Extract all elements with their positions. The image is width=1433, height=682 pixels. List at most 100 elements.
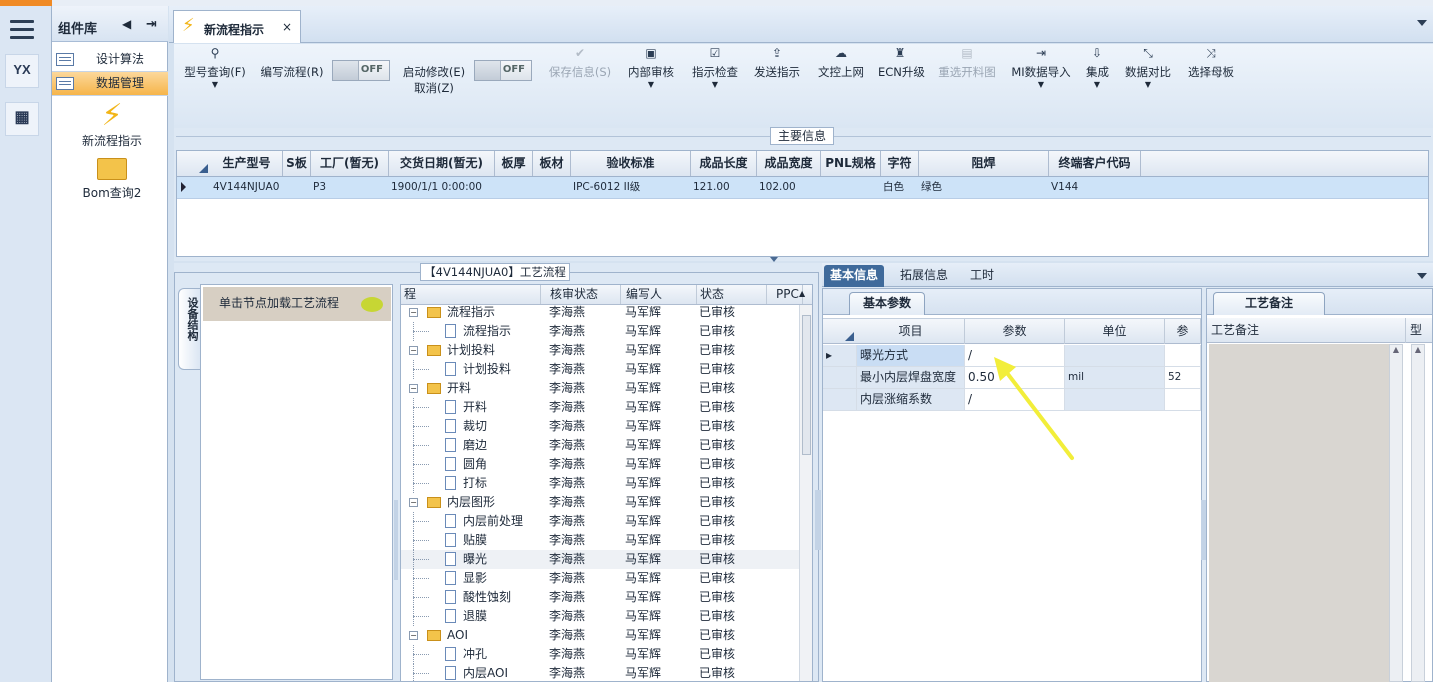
app-module-icon[interactable]: YX (5, 54, 39, 88)
edit-toggle[interactable]: OFF (332, 60, 390, 81)
component-item-design[interactable]: 设计算法 (52, 48, 168, 72)
vertical-splitter[interactable] (394, 500, 398, 580)
tree-node[interactable]: 贴膜 李海燕 马军辉 已审核 (401, 531, 799, 550)
notes-scrollbar[interactable]: ▲ (1389, 344, 1403, 682)
search-button[interactable]: ⚲ 型号查询(F) ▼ (180, 44, 250, 94)
vertical-splitter[interactable] (815, 490, 821, 550)
table-cell[interactable] (533, 177, 571, 198)
tree-node[interactable]: 磨边 李海燕 马军辉 已审核 (401, 436, 799, 455)
collapse-icon[interactable]: − (409, 346, 418, 355)
table-row[interactable]: 4V144NJUA0 P3 1900/1/1 0:00:00 IPC-6012 II级… (177, 177, 1428, 199)
reviewer-cell: 李海燕 (549, 362, 586, 376)
tree-node-name: 流程指示 (401, 322, 541, 341)
toolbar-button[interactable]: 启动修改(E) 取消(Z) (400, 44, 468, 95)
table-cell[interactable]: P3 (311, 177, 389, 198)
cloud-upload-button[interactable]: ☁ 文控上网 (816, 44, 866, 94)
binoculars-button[interactable]: ♜ ECN升级 (878, 44, 925, 94)
table-cell[interactable] (495, 177, 533, 198)
tree-node[interactable]: 圆角 李海燕 马军辉 已审核 (401, 455, 799, 474)
import-button[interactable]: ⇥ MI数据导入 ▼ (1010, 44, 1072, 94)
component-item-data-management[interactable]: 数据管理 (52, 72, 168, 96)
tree-node[interactable]: 流程指示 李海燕 马军辉 已审核 (401, 322, 799, 341)
vertical-scrollbar[interactable] (799, 305, 812, 681)
tree-node[interactable]: 冲孔 李海燕 马军辉 已审核 (401, 645, 799, 664)
collapse-left-icon[interactable]: ◀ (122, 17, 131, 31)
notes-scrollbar[interactable]: ▲ (1411, 344, 1425, 682)
shuffle-button[interactable]: ⤨ 选择母板 (1186, 44, 1236, 94)
collapse-icon[interactable]: − (409, 308, 418, 317)
table-cell[interactable] (821, 177, 881, 198)
bom-query-launcher[interactable]: Bom查询2 (68, 158, 156, 201)
notes-text-area[interactable] (1209, 344, 1389, 682)
sort-up-icon[interactable]: ▲ (799, 289, 805, 298)
status-cell: 已审核 (699, 476, 736, 490)
tab-basic-info[interactable]: 基本信息 (824, 265, 885, 287)
tab-work-hours[interactable]: 工时 (964, 265, 1000, 287)
tree-node[interactable]: 计划投料 李海燕 马军辉 已审核 (401, 360, 799, 379)
tree-node[interactable]: 内层AOI 李海燕 马军辉 已审核 (401, 664, 799, 681)
tree-node[interactable]: − 计划投料 李海燕 马军辉 已审核 (401, 341, 799, 360)
table-cell[interactable]: V144 (1049, 177, 1141, 198)
table-cell[interactable]: IPC-6012 II级 (571, 177, 691, 198)
side-tab-equipment[interactable]: 设备结构 (178, 288, 200, 370)
close-icon[interactable]: × (282, 20, 292, 34)
printer-button[interactable]: ▣ 内部审核 ▼ (628, 44, 674, 94)
tree-node-name: 酸性蚀刻 (401, 588, 541, 607)
table-cell[interactable]: 4V144NJUA0 (211, 177, 283, 198)
tree-line (413, 407, 429, 408)
tree-node[interactable]: 退膜 李海燕 马军辉 已审核 (401, 607, 799, 626)
table-cell[interactable] (283, 177, 311, 198)
tree-node[interactable]: 曝光 李海燕 马军辉 已审核 (401, 550, 799, 569)
upload-button[interactable]: ⇪ 发送指示 (752, 44, 802, 94)
equipment-panel-header[interactable]: 单击节点加载工艺流程 (203, 287, 391, 321)
tree-node[interactable]: − 开料 李海燕 马军辉 已审核 (401, 379, 799, 398)
splitter-arrow-icon[interactable] (770, 257, 778, 262)
scrollbar-thumb[interactable] (802, 315, 811, 455)
toggle-knob[interactable] (333, 61, 359, 80)
tab-new-flow[interactable]: ⚡ 新流程指示 × (173, 10, 301, 43)
tab-dropdown-icon[interactable] (1417, 20, 1427, 26)
tree-node[interactable]: − 流程指示 李海燕 马军辉 已审核 (401, 303, 799, 322)
chevron-down-icon: ▼ (211, 80, 219, 89)
tab-extended-info[interactable]: 拓展信息 (894, 265, 954, 287)
table-cell[interactable]: 绿色 (919, 177, 1049, 198)
collapse-icon[interactable]: − (409, 498, 418, 507)
tab-basic-params[interactable]: 基本参数 (849, 292, 925, 315)
row-selector[interactable]: ▸ (823, 345, 857, 366)
tree-node-name: 打标 (401, 474, 541, 493)
toggle-knob[interactable] (475, 61, 501, 80)
tree-node[interactable]: 酸性蚀刻 李海燕 马军辉 已审核 (401, 588, 799, 607)
tree-node[interactable]: 内层前处理 李海燕 马军辉 已审核 (401, 512, 799, 531)
tree-node[interactable]: − 内层图形 李海燕 马军辉 已审核 (401, 493, 799, 512)
tree-node[interactable]: 显影 李海燕 马军辉 已审核 (401, 569, 799, 588)
download-button[interactable]: ⇩ 集成 ▼ (1086, 44, 1109, 94)
checkbox-button[interactable]: ☑ 指示检查 ▼ (691, 44, 739, 94)
main-info-grid[interactable]: 生产型号 S板 工厂(暂无) 交货日期(暂无) 板厚 板材 验收标准 成品长度 成品宽度 PNL规… (176, 150, 1429, 257)
hamburger-icon[interactable] (10, 20, 34, 40)
tab-process-notes[interactable]: 工艺备注 (1213, 292, 1325, 315)
compress-button[interactable]: ⤡ 数据对比 ▼ (1124, 44, 1172, 94)
right-tab-dropdown-icon[interactable] (1417, 273, 1427, 279)
calculator-icon[interactable]: ▦ (5, 102, 39, 136)
table-cell[interactable]: 121.00 (691, 177, 757, 198)
row-selector[interactable] (823, 367, 857, 388)
new-flow-launcher[interactable]: ⚡ 新流程指示 (68, 100, 156, 149)
lightning-icon: ⚡ (182, 15, 195, 36)
tree-node[interactable]: 开料 李海燕 马军辉 已审核 (401, 398, 799, 417)
tree-node[interactable]: − AOI 李海燕 马军辉 已审核 (401, 626, 799, 645)
row-selector[interactable] (823, 389, 857, 410)
process-tree[interactable]: 程核审状态 编写人 状态 PPC ▲ − 流程指示 李海燕 马军辉 已审核 流程指示 李海燕 马军辉已… (400, 284, 813, 682)
table-cell[interactable]: 102.00 (757, 177, 821, 198)
table-cell[interactable]: 白色 (881, 177, 919, 198)
tree-node[interactable]: 打标 李海燕 马军辉 已审核 (401, 474, 799, 493)
tree-node[interactable]: 裁切 李海燕 马军辉 已审核 (401, 417, 799, 436)
edit-toggle[interactable]: OFF (474, 60, 532, 81)
pin-exit-icon[interactable]: ⇥ (146, 17, 157, 32)
tree-line (413, 540, 429, 541)
toolbar-button[interactable]: 编写流程(R) (256, 44, 328, 94)
collapse-icon[interactable]: − (409, 384, 418, 393)
table-cell[interactable]: 1900/1/1 0:00:00 (389, 177, 495, 198)
author-cell: 马军辉 (625, 381, 662, 395)
author-cell: 马军辉 (625, 514, 662, 528)
collapse-icon[interactable]: − (409, 631, 418, 640)
